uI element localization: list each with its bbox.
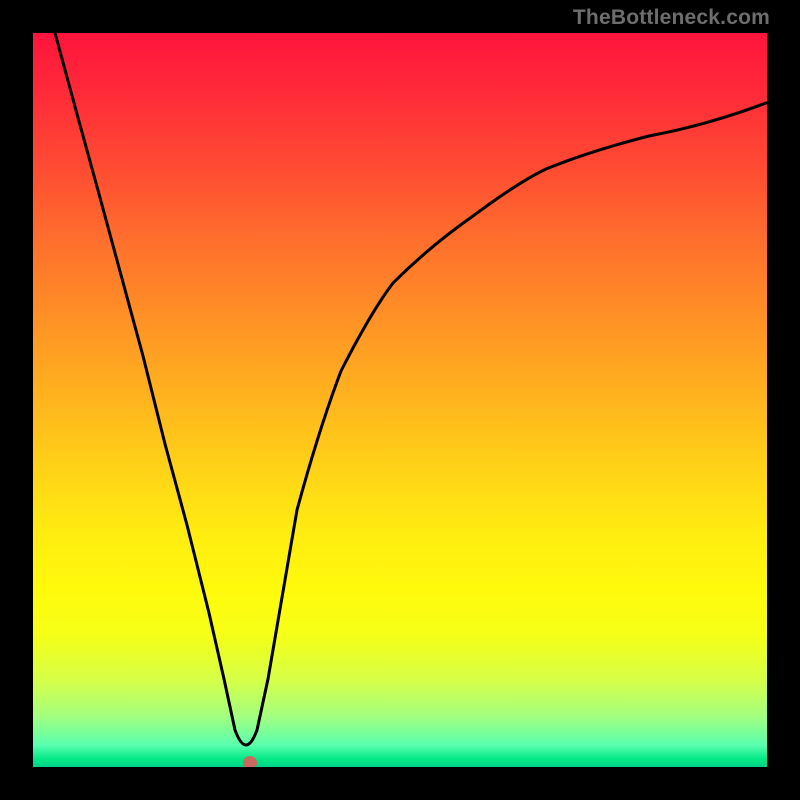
optimum-marker [243,756,257,767]
curve-layer [33,33,767,767]
plot-area [33,33,767,767]
watermark-text: TheBottleneck.com [573,6,770,30]
bottleneck-curve [55,33,766,745]
chart-frame: TheBottleneck.com [0,0,800,800]
